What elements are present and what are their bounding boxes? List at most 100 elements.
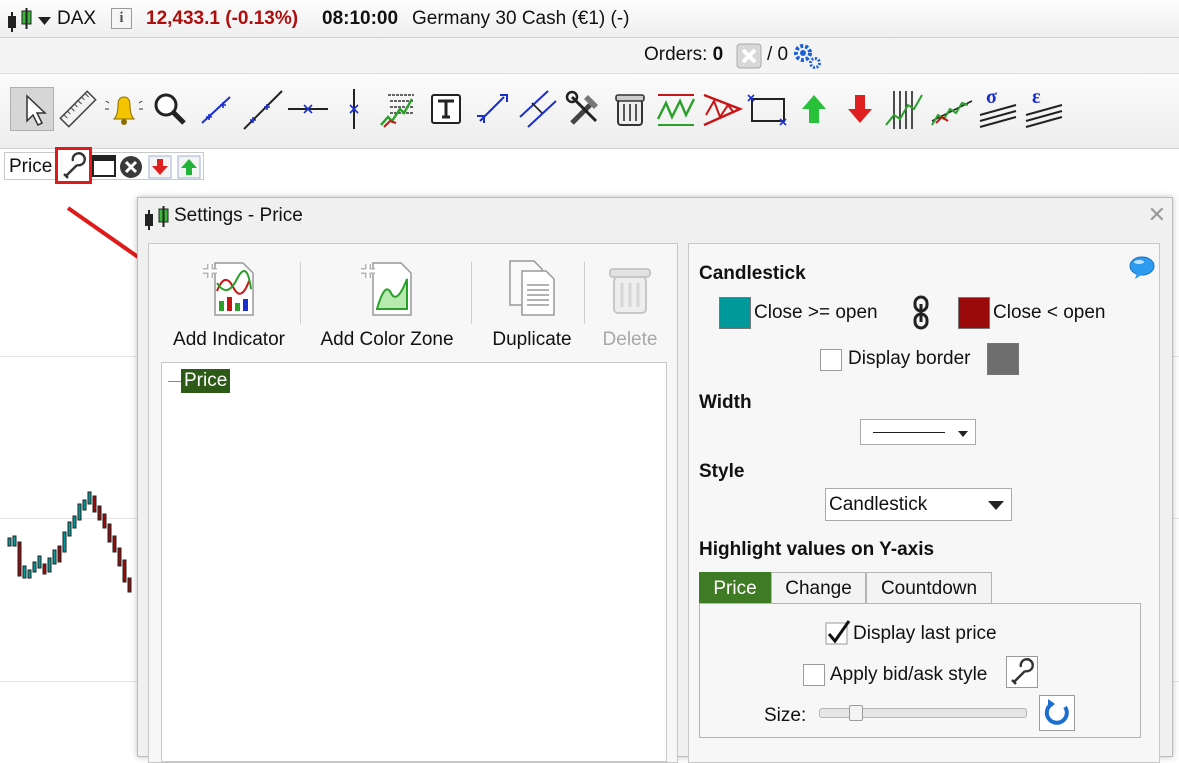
display-border-checkbox[interactable] [820, 349, 842, 371]
apply-bid-ask-label: Apply bid/ask style [830, 664, 988, 685]
parallel-channel-icon[interactable] [516, 87, 560, 131]
triangle-icon[interactable] [700, 87, 744, 131]
down-color-label: Close < open [993, 302, 1106, 323]
delete-button[interactable]: Delete [594, 259, 666, 351]
line-width-preview [873, 432, 945, 433]
apply-bid-ask-checkbox[interactable] [803, 664, 825, 686]
link-colors-icon[interactable] [911, 294, 931, 337]
style-dropdown[interactable]: Candlestick [825, 488, 1012, 521]
up-color-label: Close >= open [754, 302, 878, 323]
reset-size-button[interactable] [1039, 695, 1075, 731]
size-label: Size: [764, 705, 807, 726]
symbol-dropdown-icon[interactable] [38, 13, 51, 31]
tab-change[interactable]: Change [771, 572, 866, 604]
rectangle-icon[interactable] [746, 87, 790, 131]
up-color-swatch[interactable] [719, 297, 751, 329]
quote-bar: DAX i 12,433.1 (-0.13%) 08:10:00 Germany… [0, 0, 1179, 38]
sell-arrow-icon[interactable] [838, 87, 882, 131]
chevron-down-icon [988, 501, 1004, 510]
tree-branch-line [168, 381, 182, 382]
close-panel-icon[interactable] [119, 155, 143, 184]
divider [584, 262, 585, 324]
move-up-icon[interactable] [177, 155, 201, 184]
divider [471, 262, 472, 324]
candles [7, 491, 132, 593]
duplicate-button[interactable]: Duplicate [483, 259, 581, 351]
vertical-line-icon[interactable] [332, 87, 376, 131]
candlestick-chart-icon[interactable] [4, 7, 36, 38]
help-chat-icon[interactable] [1129, 256, 1155, 285]
info-icon[interactable]: i [111, 8, 132, 29]
display-last-price-label: Display last price [853, 623, 997, 644]
instrument-name: Germany 30 Cash (€1) (-) [412, 8, 630, 29]
border-color-swatch[interactable] [987, 343, 1019, 375]
add-indicator-button[interactable]: Add Indicator [166, 259, 292, 351]
extend-line-icon[interactable] [470, 87, 514, 131]
alert-bell-icon[interactable] [102, 87, 146, 131]
tools-icon[interactable] [562, 87, 606, 131]
horizontal-line-icon[interactable] [286, 87, 330, 131]
properties-panel: Candlestick Close >= open Close < open D… [688, 243, 1160, 763]
add-indicator-icon [203, 262, 254, 316]
add-color-zone-label: Add Color Zone [320, 329, 454, 350]
zoom-icon[interactable] [148, 87, 192, 131]
style-heading: Style [699, 461, 745, 482]
display-border-label: Display border [848, 348, 971, 369]
size-slider-thumb[interactable] [849, 705, 863, 721]
maximize-panel-icon[interactable] [92, 155, 116, 182]
object-tree[interactable]: Price [161, 362, 667, 762]
sigma-icon[interactable]: σ [976, 87, 1020, 131]
highlight-tabs: Price Change Countdown [699, 572, 999, 604]
ray-icon[interactable] [240, 87, 284, 131]
move-down-icon[interactable] [148, 155, 172, 184]
size-slider[interactable] [819, 705, 1027, 721]
pointer-icon[interactable] [10, 87, 54, 131]
drawing-toolbar: σ ε [0, 75, 1179, 149]
candlestick-chart-icon [141, 205, 173, 236]
regression-icon[interactable] [930, 87, 974, 131]
bid-ask-settings-button[interactable] [1006, 656, 1038, 688]
add-color-zone-button[interactable]: Add Color Zone [312, 259, 462, 351]
epsilon-icon[interactable]: ε [1022, 87, 1066, 131]
buy-arrow-icon[interactable] [792, 87, 836, 131]
close-icon[interactable]: ✕ [1148, 202, 1166, 228]
sigma-glyph: σ [986, 87, 997, 108]
price-settings-button[interactable] [55, 147, 92, 184]
vertical-lines-icon[interactable] [884, 87, 928, 131]
add-color-zone-icon [361, 262, 412, 316]
dialog-title: Settings - Price [174, 205, 303, 226]
ruler-icon[interactable] [56, 87, 100, 131]
trash-icon[interactable] [608, 87, 652, 131]
tab-countdown[interactable]: Countdown [866, 572, 992, 604]
highlight-tab-body: Display last price Apply bid/ask style S… [699, 603, 1141, 738]
delete-label: Delete [602, 329, 658, 350]
epsilon-glyph: ε [1032, 87, 1041, 108]
chevron-down-icon [958, 431, 968, 437]
highlight-heading: Highlight values on Y-axis [699, 539, 935, 560]
orders-bar: Orders: 0 / 0 [0, 38, 1179, 74]
refresh-icon [1044, 699, 1069, 725]
orders-label: Orders: 0 [644, 44, 724, 65]
quote-time: 08:10:00 [322, 8, 399, 29]
duplicate-label: Duplicate [492, 329, 572, 350]
tab-price[interactable]: Price [699, 572, 771, 604]
text-icon[interactable] [424, 87, 468, 131]
zigzag-icon[interactable] [654, 87, 698, 131]
display-last-price-checkbox[interactable] [825, 620, 851, 651]
settings-dialog: Settings - Price ✕ Add Indicator Add Col… [137, 197, 1173, 763]
width-heading: Width [699, 392, 752, 413]
trendline-icon[interactable] [194, 87, 238, 131]
quote-price: 12,433.1 (-0.13%) [146, 8, 299, 29]
wrench-icon [1011, 658, 1034, 685]
symbol-label[interactable]: DAX [57, 8, 96, 30]
down-color-swatch[interactable] [958, 297, 990, 329]
gear-icon[interactable] [792, 42, 822, 75]
orders-pending: / 0 [767, 44, 789, 65]
fibonacci-icon[interactable] [378, 87, 422, 131]
close-orders-icon[interactable] [736, 43, 762, 74]
width-dropdown[interactable] [860, 419, 976, 445]
tree-node-price[interactable]: Price [181, 369, 231, 393]
trash-icon [609, 268, 651, 314]
objects-panel: Add Indicator Add Color Zone Duplicate D… [148, 243, 678, 763]
add-indicator-label: Add Indicator [173, 329, 285, 350]
